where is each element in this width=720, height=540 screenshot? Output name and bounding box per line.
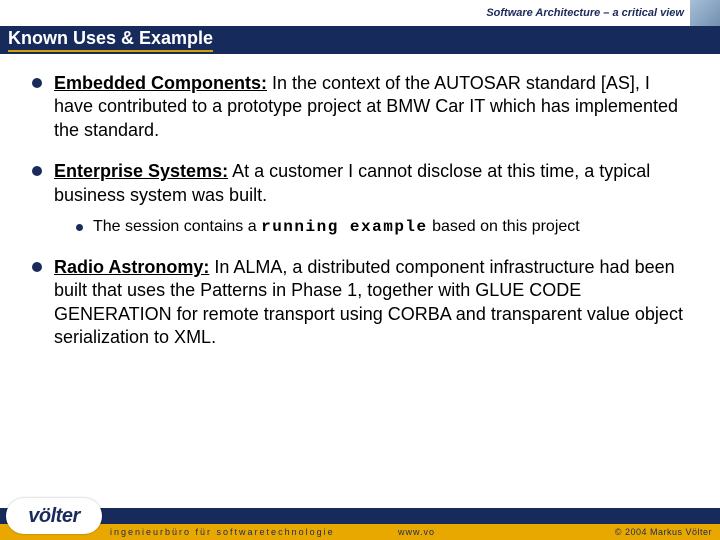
bullet-item: Embedded Components: In the context of t… [32,72,688,142]
header: Software Architecture – a critical view [0,0,720,26]
sub-bullet-pre: The session contains a [93,218,261,235]
bullet-body: Enterprise Systems: At a customer I cann… [54,160,688,238]
bullet-icon [32,262,42,272]
logo-text: völter [28,505,79,528]
bullet-icon [32,166,42,176]
content-area: Embedded Components: In the context of t… [0,54,720,349]
logo: völter [6,498,102,534]
title-bar: Known Uses & Example [0,26,720,54]
footer-link: www.vo [398,527,435,537]
bullet-item: Radio Astronomy: In ALMA, a distributed … [32,256,688,350]
slide-title: Known Uses & Example [8,28,213,52]
footer-yellow-bar: ingenieurbüro für softwaretechnologie ww… [0,524,720,540]
sub-bullet-item: The session contains a running example b… [76,217,688,238]
sub-bullet-post: based on this project [428,218,580,235]
bullet-body: Radio Astronomy: In ALMA, a distributed … [54,256,688,350]
footer-copyright: © 2004 Markus Völter [615,527,712,537]
bullet-icon [32,78,42,88]
footer-blue-bar [0,508,720,524]
bullet-label: Embedded Components: [54,73,267,93]
bullet-item: Enterprise Systems: At a customer I cann… [32,160,688,238]
header-caption: Software Architecture – a critical view [486,7,684,19]
footer: ingenieurbüro für softwaretechnologie ww… [0,508,720,540]
header-decoration [690,0,720,26]
bullet-label: Enterprise Systems: [54,161,228,181]
footer-tagline: ingenieurbüro für softwaretechnologie [110,527,335,537]
bullet-body: Embedded Components: In the context of t… [54,72,688,142]
bullet-icon [76,224,83,231]
sub-bullet-emph: running example [261,218,428,236]
sub-bullet-body: The session contains a running example b… [93,217,688,238]
bullet-label: Radio Astronomy: [54,257,209,277]
